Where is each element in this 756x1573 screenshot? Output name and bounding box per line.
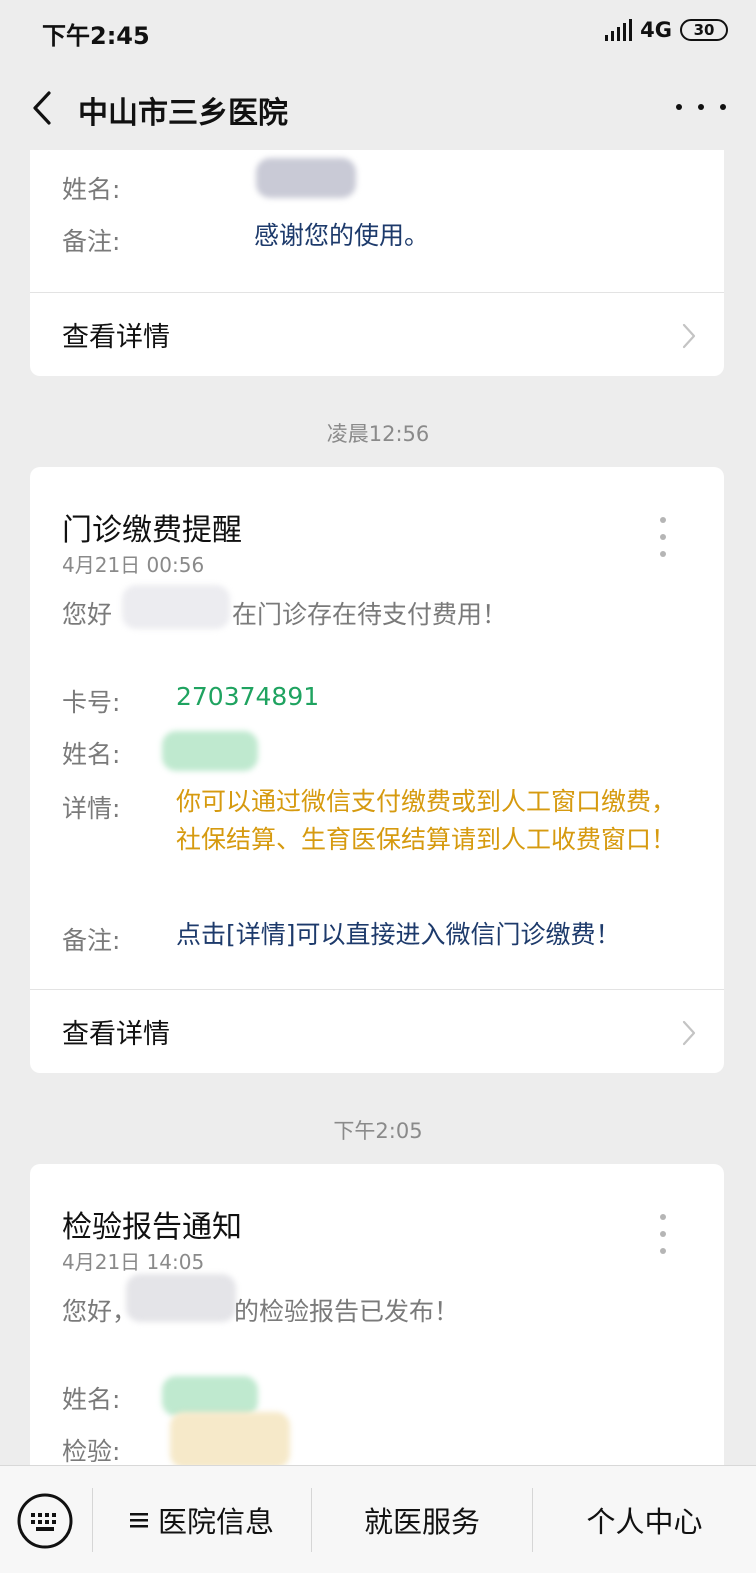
card-more-button[interactable]: [656, 1214, 670, 1254]
status-time: 下午2:45: [42, 22, 150, 50]
greeting-prefix: 您好: [62, 600, 113, 629]
card-title: 门诊缴费提醒: [62, 513, 242, 548]
card-number-value: 270374891: [176, 682, 320, 711]
remark-label: 备注:: [62, 227, 121, 256]
status-indicators: 4G 30: [605, 18, 728, 42]
dot-icon: [720, 104, 726, 110]
menu-hospital-info[interactable]: 医院信息: [93, 1466, 311, 1573]
card-title: 检验报告通知: [62, 1210, 242, 1245]
redacted-name: [256, 158, 356, 198]
keyboard-icon: [17, 1493, 73, 1549]
name-label: 姓名:: [62, 1385, 121, 1414]
chevron-right-icon: [682, 323, 696, 349]
message-card-2: 门诊缴费提醒 4月21日 00:56 您好 在门诊存在待支付费用！ 卡号: 27…: [30, 467, 724, 1073]
redacted-patient: [122, 585, 230, 629]
greeting-suffix: 的检验报告已发布！: [234, 1297, 460, 1326]
nav-header: 中山市三乡医院: [0, 62, 756, 154]
chevron-right-icon: [682, 1020, 696, 1046]
menu-label: 个人中心: [586, 1505, 703, 1539]
remark-value: 感谢您的使用。: [254, 221, 430, 250]
greeting-suffix: 在门诊存在待支付费用！: [232, 600, 508, 629]
name-label: 姓名:: [62, 175, 121, 204]
status-bar: 下午2:45 4G 30: [0, 0, 756, 62]
timestamp: 凌晨12:56: [326, 422, 430, 446]
test-label: 检验:: [62, 1437, 121, 1466]
menu-medical-service[interactable]: 就医服务: [312, 1466, 532, 1573]
view-details-link[interactable]: 查看详情: [30, 293, 724, 375]
card-more-button[interactable]: [656, 517, 670, 557]
dot-icon: [698, 104, 704, 110]
card-date: 4月21日 14:05: [62, 1250, 205, 1274]
details-label: 详情:: [62, 794, 121, 823]
view-details-link[interactable]: 查看详情: [30, 990, 724, 1072]
dot-icon: [660, 1231, 666, 1237]
signal-icon: [605, 19, 633, 41]
redacted-name: [162, 731, 258, 771]
dot-icon: [676, 104, 682, 110]
redacted-patient: [126, 1274, 236, 1322]
menu-personal-center[interactable]: 个人中心: [533, 1466, 756, 1573]
redacted-test: [170, 1412, 290, 1468]
redacted-name: [162, 1376, 258, 1416]
dot-icon: [660, 1248, 666, 1254]
view-details-label: 查看详情: [62, 1019, 170, 1050]
view-details-label: 查看详情: [62, 322, 170, 353]
details-value: 你可以通过微信支付缴费或到人工窗口缴费，社保结算、生育医保结算请到人工收费窗口！: [176, 787, 677, 854]
card-number-label: 卡号:: [62, 688, 121, 717]
dot-icon: [660, 1214, 666, 1220]
more-options-button[interactable]: [676, 92, 726, 122]
message-card-3: 检验报告通知 4月21日 14:05 您好， 的检验报告已发布！ 姓名: 检验:: [30, 1164, 724, 1468]
bottom-menu-bar: 医院信息 就医服务 个人中心: [0, 1465, 756, 1573]
battery-icon: 30: [680, 19, 728, 41]
list-icon: [129, 1512, 148, 1528]
dot-icon: [660, 534, 666, 540]
name-label: 姓名:: [62, 740, 121, 769]
back-button[interactable]: [22, 86, 62, 130]
keyboard-toggle-button[interactable]: [16, 1492, 74, 1550]
card-date: 4月21日 00:56: [62, 553, 205, 577]
timestamp: 下午2:05: [333, 1119, 423, 1143]
menu-label: 就医服务: [363, 1505, 480, 1539]
chevron-left-icon: [33, 91, 51, 125]
menu-label: 医院信息: [157, 1505, 274, 1539]
network-type: 4G: [640, 18, 672, 42]
remark-label: 备注:: [62, 926, 121, 955]
dot-icon: [660, 517, 666, 523]
remark-value: 点击[详情]可以直接进入微信门诊缴费！: [176, 920, 621, 949]
dot-icon: [660, 551, 666, 557]
message-card-1: 姓名: 备注: 感谢您的使用。 查看详情: [30, 150, 724, 376]
page-title: 中山市三乡医院: [78, 96, 288, 131]
